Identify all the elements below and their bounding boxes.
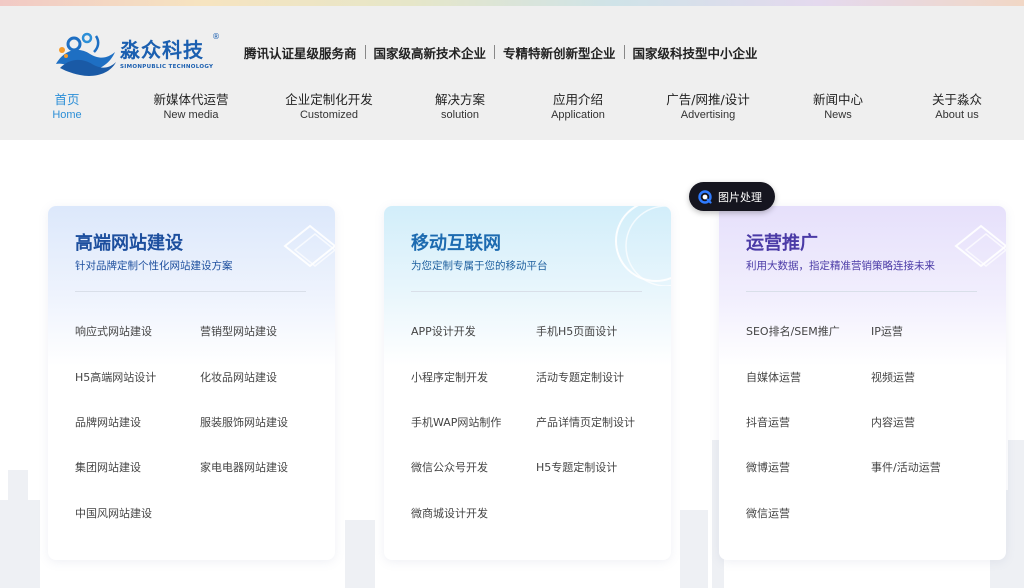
service-link[interactable]: 活动专题定制设计 bbox=[536, 369, 624, 385]
registered-mark: ® bbox=[212, 32, 220, 41]
nav-label-cn: 应用介绍 bbox=[552, 92, 604, 107]
diamond-decoration-icon bbox=[954, 224, 1006, 268]
service-link[interactable]: 事件/活动运营 bbox=[871, 459, 941, 475]
service-link[interactable]: 小程序定制开发 bbox=[411, 369, 488, 385]
card-divider bbox=[411, 291, 642, 292]
nav-label-en: solution bbox=[441, 109, 479, 121]
brand-english-name: SIMONPUBLIC TECHNOLOGY bbox=[120, 64, 214, 70]
badge-tencent: 腾讯认证星级服务商 bbox=[244, 45, 357, 61]
image-processing-button[interactable]: 图片处理 bbox=[689, 182, 775, 211]
brand-name: 淼众科技 bbox=[120, 38, 204, 62]
nav-new-media[interactable]: 新媒体代运营 New media bbox=[153, 92, 228, 122]
card-divider bbox=[746, 291, 977, 292]
badge-high-tech: 国家级高新技术企业 bbox=[373, 45, 487, 61]
service-card-website[interactable]: 高端网站建设 针对品牌定制个性化网站建设方案 响应式网站建设 营销型网站建设 H… bbox=[48, 206, 335, 560]
nav-label-cn: 解决方案 bbox=[434, 92, 486, 107]
service-card-operations[interactable]: 运营推广 利用大数据，指定精准营销策略连接未来 SEO排名/SEM推广 IP运营… bbox=[719, 206, 1006, 560]
card-divider bbox=[75, 291, 306, 292]
service-link[interactable]: 手机WAP网站制作 bbox=[411, 414, 501, 430]
service-link[interactable]: 家电电器网站建设 bbox=[200, 459, 288, 475]
nav-label-cn: 广告/网推/设计 bbox=[666, 92, 750, 107]
service-link[interactable]: SEO排名/SEM推广 bbox=[746, 323, 840, 339]
diamond-decoration-icon bbox=[283, 224, 335, 268]
nav-news[interactable]: 新闻中心 News bbox=[813, 92, 863, 122]
service-link[interactable]: 内容运营 bbox=[871, 414, 915, 430]
service-link[interactable]: 化妆品网站建设 bbox=[200, 369, 277, 385]
nav-label-en: Customized bbox=[299, 109, 359, 121]
nav-solution[interactable]: 解决方案 solution bbox=[435, 92, 485, 122]
service-link[interactable]: 抖音运营 bbox=[746, 414, 790, 430]
nav-label-en: Advertising bbox=[680, 109, 736, 121]
logo-wave-icon bbox=[56, 32, 116, 76]
tooltip-label: 图片处理 bbox=[718, 190, 762, 204]
service-link[interactable]: 微商城设计开发 bbox=[411, 505, 488, 521]
site-header: 淼众科技 ® SIMONPUBLIC TECHNOLOGY 腾讯认证星级服务商 … bbox=[0, 6, 1024, 140]
card-subtitle: 为您定制专属于您的移动平台 bbox=[411, 260, 548, 272]
badge-specialized: 专精特新创新型企业 bbox=[503, 45, 616, 61]
nav-label-cn: 新媒体代运营 bbox=[153, 92, 229, 107]
service-link[interactable]: 产品详情页定制设计 bbox=[536, 414, 635, 430]
service-link[interactable]: 中国风网站建设 bbox=[75, 505, 152, 521]
service-link[interactable]: 微信公众号开发 bbox=[411, 459, 488, 475]
card-title: 移动互联网 bbox=[411, 233, 501, 254]
service-link[interactable]: 服装服饰网站建设 bbox=[200, 414, 288, 430]
nav-application[interactable]: 应用介绍 Application bbox=[551, 92, 605, 122]
service-link[interactable]: 营销型网站建设 bbox=[200, 323, 277, 339]
service-link[interactable]: 集团网站建设 bbox=[75, 459, 141, 475]
certification-badges: 腾讯认证星级服务商 国家级高新技术企业 专精特新创新型企业 国家级科技型中小企业 bbox=[236, 42, 766, 62]
nav-label-cn: 首页 bbox=[54, 92, 80, 107]
card-subtitle: 利用大数据，指定精准营销策略连接未来 bbox=[746, 260, 935, 272]
service-link[interactable]: 响应式网站建设 bbox=[75, 323, 152, 339]
service-link[interactable]: APP设计开发 bbox=[411, 323, 476, 339]
service-link[interactable]: 视频运营 bbox=[871, 369, 915, 385]
nav-label-cn: 新闻中心 bbox=[812, 92, 864, 107]
service-link[interactable]: 品牌网站建设 bbox=[75, 414, 141, 430]
service-card-mobile[interactable]: 移动互联网 为您定制专属于您的移动平台 APP设计开发 手机H5页面设计 小程序… bbox=[384, 206, 671, 560]
circles-decoration-icon bbox=[615, 206, 671, 286]
nav-label-en: New media bbox=[163, 109, 219, 121]
nav-label-cn: 关于淼众 bbox=[931, 92, 983, 107]
card-subtitle: 针对品牌定制个性化网站建设方案 bbox=[75, 260, 233, 272]
nav-label-en: Home bbox=[52, 109, 82, 121]
service-link[interactable]: 微信运营 bbox=[746, 505, 790, 521]
nav-label-en: About us bbox=[935, 109, 979, 121]
brand-logo[interactable]: 淼众科技 ® SIMONPUBLIC TECHNOLOGY bbox=[52, 28, 222, 78]
nav-label-en: Application bbox=[551, 109, 605, 121]
q-logo-icon bbox=[698, 189, 712, 204]
service-link[interactable]: IP运营 bbox=[871, 323, 903, 339]
service-link[interactable]: H5专题定制设计 bbox=[536, 459, 617, 475]
service-link[interactable]: 手机H5页面设计 bbox=[536, 323, 617, 339]
badge-sme: 国家级科技型中小企业 bbox=[632, 45, 758, 61]
nav-customized[interactable]: 企业定制化开发 Customized bbox=[285, 92, 373, 122]
main-nav: 首页 Home 新媒体代运营 New media 企业定制化开发 Customi… bbox=[0, 92, 1024, 128]
nav-label-en: News bbox=[824, 109, 852, 121]
service-link[interactable]: 微博运营 bbox=[746, 459, 790, 475]
service-link[interactable]: 自媒体运营 bbox=[746, 369, 801, 385]
nav-about[interactable]: 关于淼众 About us bbox=[932, 92, 982, 122]
service-link[interactable]: H5高端网站设计 bbox=[75, 369, 156, 385]
nav-label-cn: 企业定制化开发 bbox=[285, 92, 373, 107]
nav-advertising[interactable]: 广告/网推/设计 Advertising bbox=[666, 92, 749, 122]
card-title: 高端网站建设 bbox=[75, 233, 183, 254]
nav-home[interactable]: 首页 Home bbox=[52, 92, 81, 122]
card-title: 运营推广 bbox=[746, 233, 818, 254]
